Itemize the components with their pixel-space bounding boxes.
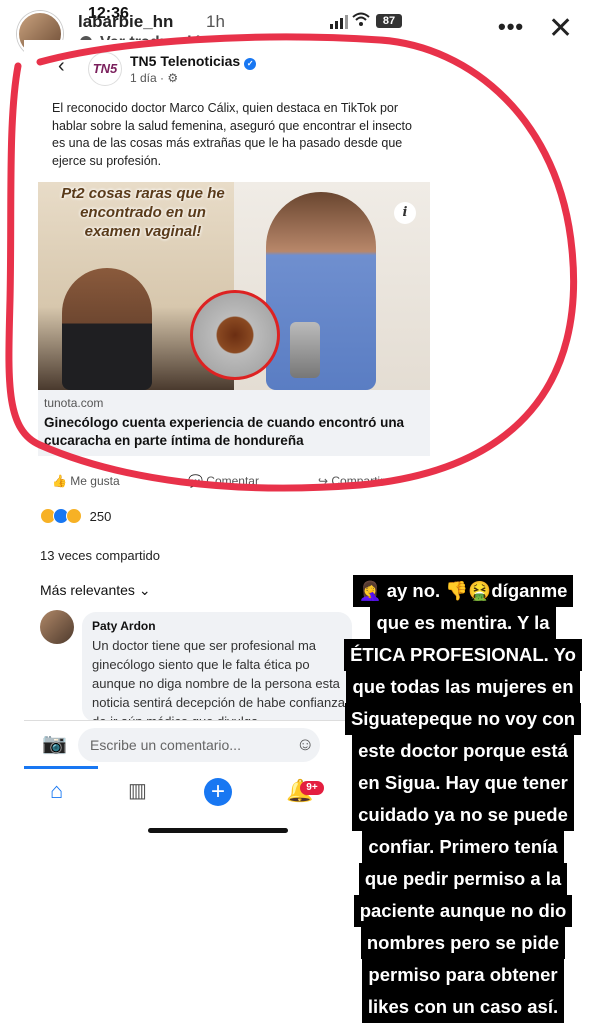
- link-preview-image: Pt2 cosas raras que he encontrado en un …: [38, 182, 430, 390]
- doctor-photo-left: [62, 268, 152, 390]
- comment-text: Un doctor tiene que ser profesional ma g…: [92, 638, 345, 729]
- camera-icon[interactable]: 📷: [42, 731, 67, 756]
- cockroach-inset: [190, 290, 280, 380]
- commenter-avatar[interactable]: [40, 610, 74, 644]
- story-caption: 🤦‍♀️ ay no. 👎🤮díganme que es mentira. Y …: [334, 575, 592, 1023]
- reaction-count: 250: [89, 509, 112, 524]
- back-arrow-icon: ‹: [58, 55, 65, 77]
- doctor-photo-right: [266, 192, 376, 390]
- reaction-summary[interactable]: 250: [40, 508, 111, 524]
- verified-badge-icon: ✓: [244, 58, 257, 70]
- more-options-icon[interactable]: •••: [498, 14, 524, 40]
- feeds-icon[interactable]: ▥: [128, 778, 147, 803]
- comment-input[interactable]: [78, 728, 320, 762]
- share-count[interactable]: 13 veces compartido: [40, 548, 160, 563]
- sticker-icon[interactable]: ☺: [296, 734, 314, 755]
- speculum-shape: [290, 322, 320, 378]
- share-button[interactable]: ↪ Compartir: [318, 474, 384, 488]
- sort-comments-dropdown[interactable]: Más relevantes ⌄: [40, 582, 151, 599]
- like-label: Me gusta: [70, 474, 120, 488]
- signal-icon: [330, 15, 348, 34]
- info-icon[interactable]: i: [394, 202, 416, 224]
- caption-line: permiso para obtener: [362, 959, 564, 991]
- image-overlay-text: Pt2 cosas raras que he encontrado en un …: [61, 185, 225, 240]
- page-name-text: TN5 Telenoticias: [130, 53, 241, 69]
- link-title[interactable]: Ginecólogo cuenta experiencia de cuando …: [44, 414, 424, 450]
- caption-line: nombres pero se pide: [360, 927, 566, 959]
- share-label: Compartir: [331, 474, 385, 488]
- create-plus-icon[interactable]: +: [204, 778, 232, 806]
- caption-line: que todas las mujeres en: [346, 671, 580, 703]
- notifications-badge: 9+: [300, 781, 324, 795]
- caption-line: cuidado ya no se puede: [352, 799, 574, 831]
- wifi-icon: [352, 12, 370, 30]
- caption-line: likes con un caso así.: [361, 991, 565, 1023]
- close-icon[interactable]: ✕: [548, 14, 573, 44]
- caption-line: en Sigua. Hay que tener: [352, 767, 574, 799]
- like-button[interactable]: 👍 Me gusta: [52, 474, 120, 488]
- caption-line: que pedir permiso a la: [358, 863, 568, 895]
- caption-line: ÉTICA PROFESIONAL. Yo: [344, 639, 582, 671]
- comment-author[interactable]: Paty Ardon: [92, 619, 156, 633]
- home-icon[interactable]: ⌂: [50, 778, 63, 804]
- page-name: TN5 Telenoticias ✓: [130, 53, 257, 70]
- link-domain: tunota.com: [44, 396, 104, 410]
- story-time-ago: 1h: [206, 12, 225, 31]
- caption-line: este doctor porque está: [352, 735, 574, 767]
- home-indicator: [148, 828, 288, 833]
- caption-line: que es mentira. Y la: [370, 607, 556, 639]
- page-logo: TN5: [88, 52, 122, 86]
- battery-indicator: 87: [376, 14, 402, 28]
- home-tab-indicator: [24, 766, 98, 769]
- post-text: El reconocido doctor Marco Cálix, quien …: [52, 101, 412, 168]
- haha-reaction-icon: [66, 508, 82, 524]
- caption-line: confiar. Primero tenía: [362, 831, 564, 863]
- caption-line: 🤦‍♀️ ay no. 👎🤮díganme: [352, 575, 574, 607]
- caption-line: paciente aunque no dio: [353, 895, 573, 927]
- post-date: 1 día · ⚙: [130, 71, 179, 85]
- comment-label: Comentar: [206, 474, 259, 488]
- comment-button[interactable]: 💬 Comentar: [188, 474, 259, 488]
- story-username[interactable]: labarbie_hn: [78, 12, 173, 32]
- caption-line: Siguatepeque no voy con: [344, 703, 582, 735]
